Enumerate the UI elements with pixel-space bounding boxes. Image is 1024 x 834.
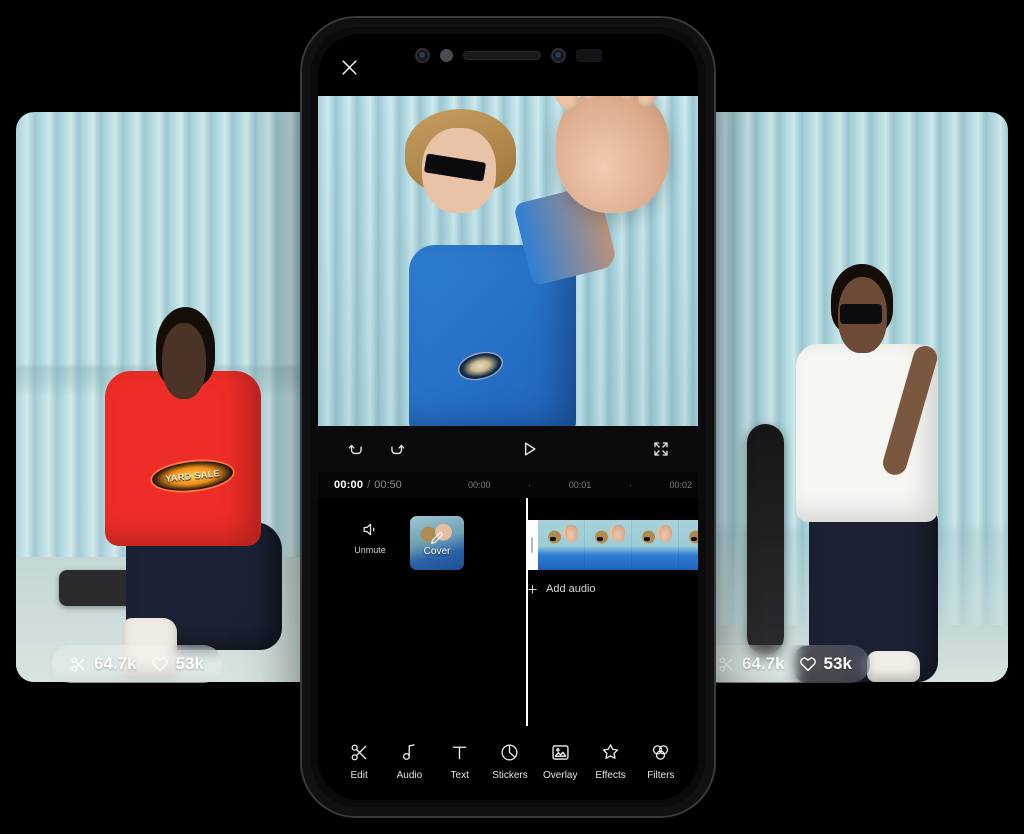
clips-stat-left: 64.7k — [70, 654, 137, 674]
cover-button[interactable]: Cover — [410, 516, 464, 570]
music-note-icon — [402, 743, 415, 760]
add-audio-button[interactable]: Add audio — [526, 576, 698, 602]
middle-finger — [596, 96, 619, 98]
timeline-body[interactable]: Unmute Cover Add audio — [318, 498, 698, 726]
tool-stickers[interactable]: Stickers — [485, 742, 535, 781]
left-skater-figure: YARD SALE — [58, 283, 286, 682]
right-figure-shoe-right — [866, 650, 921, 682]
filmstrip-frame — [632, 520, 679, 570]
yard-sale-logo-text: YARD SALE — [164, 468, 221, 484]
timeline-left-controls: Unmute Cover — [342, 516, 464, 570]
blue-tee-logo — [456, 348, 505, 383]
current-time: 00:00 — [334, 479, 364, 491]
tool-label: Stickers — [492, 769, 528, 781]
right-skater-figure — [746, 237, 983, 682]
tool-audio[interactable]: Audio — [384, 742, 434, 781]
phone-device-frame: 00:00 / 00:50 00:00 · 00:01 · 00:02 Unmu… — [302, 18, 714, 816]
likes-count-right: 53k — [823, 654, 852, 673]
timeline-playhead[interactable] — [526, 498, 528, 726]
video-preview[interactable] — [318, 96, 698, 426]
tool-filters[interactable]: Filters — [636, 742, 686, 781]
clips-stat-right: 64.7k — [718, 654, 785, 674]
fullscreen-button[interactable] — [646, 434, 676, 464]
tool-text[interactable]: Text — [435, 742, 485, 781]
timeline-header: 00:00 / 00:50 00:00 · 00:01 · 00:02 — [318, 472, 698, 498]
likes-count-left: 53k — [175, 654, 204, 673]
ruler-tick-2: 00:02 — [669, 480, 692, 490]
scissors-icon — [351, 744, 366, 760]
overlay-icon — [552, 744, 569, 760]
clips-count-left: 64.7k — [94, 654, 137, 673]
likes-stat-right: 53k — [799, 654, 852, 674]
ruler-tick-1: 00:01 — [568, 480, 592, 490]
tool-label: Audio — [396, 769, 423, 781]
play-icon — [524, 442, 536, 456]
close-icon — [341, 59, 357, 75]
likes-stat-left: 53k — [151, 654, 204, 674]
center-skater-figure — [348, 96, 682, 426]
timeline-ruler: 00:00 · 00:01 · 00:02 — [468, 472, 692, 498]
yard-sale-logo: YARD SALE — [150, 457, 235, 495]
ruler-dot-1: · — [528, 480, 532, 490]
clip-filmstrip — [538, 520, 698, 570]
undo-button[interactable] — [340, 434, 370, 464]
tool-label: Edit — [350, 769, 368, 781]
composition-stage: YARD SALE 64.7k 53k 64.7k 53k 00:00 / 00… — [0, 0, 1024, 834]
player-controls — [318, 426, 698, 472]
center-figure-palm — [537, 96, 676, 213]
tool-label: Overlay — [543, 769, 578, 781]
filters-icon — [653, 744, 669, 760]
scissors-icon — [719, 656, 733, 672]
heart-icon — [799, 657, 816, 672]
tool-edit[interactable]: Edit — [334, 742, 384, 781]
filmstrip-frame — [538, 520, 585, 570]
ruler-dot-2: · — [628, 480, 632, 490]
redo-button[interactable] — [382, 434, 412, 464]
editor-toolbar: Edit Audio Text Stickers Overlay Effects… — [318, 726, 698, 800]
close-button[interactable] — [334, 52, 364, 82]
add-audio-label: Add audio — [546, 583, 596, 595]
tool-label: Filters — [647, 769, 675, 781]
sticker-icon — [501, 743, 518, 761]
unmute-label: Unmute — [354, 545, 386, 555]
video-clip-track[interactable] — [526, 520, 698, 570]
tool-effects[interactable]: Effects — [585, 742, 635, 781]
total-time: 00:50 — [374, 479, 402, 491]
ruler-tick-0: 00:00 — [468, 480, 491, 490]
speaker-icon — [363, 523, 374, 536]
sparkle-icon — [602, 743, 619, 759]
text-icon — [452, 746, 467, 759]
stats-badge-right: 64.7k 53k — [700, 645, 870, 683]
filmstrip-frame — [585, 520, 632, 570]
tool-label: Text — [450, 769, 469, 781]
heart-icon — [151, 657, 168, 672]
right-background-photo — [690, 112, 1008, 682]
undo-icon — [347, 444, 362, 454]
clips-count-right: 64.7k — [742, 654, 785, 673]
tool-label: Effects — [595, 769, 626, 781]
stats-badge-left: 64.7k 53k — [52, 645, 222, 683]
play-button[interactable] — [514, 434, 544, 464]
filmstrip-frame — [679, 520, 698, 570]
tool-overlay[interactable]: Overlay — [535, 742, 585, 781]
phone-screen: 00:00 / 00:50 00:00 · 00:01 · 00:02 Unmu… — [318, 34, 698, 800]
fullscreen-icon — [654, 442, 668, 456]
left-background-photo: YARD SALE — [16, 112, 346, 682]
cover-label: Cover — [423, 546, 451, 557]
redo-icon — [390, 444, 405, 454]
left-figure-head — [161, 322, 207, 399]
time-separator: / — [367, 479, 371, 491]
timeline-tracks: Add audio — [526, 498, 698, 726]
skateboard-right — [746, 424, 785, 656]
unmute-button[interactable]: Unmute — [342, 516, 398, 555]
app-top-bar — [318, 34, 698, 96]
scissors-icon — [71, 656, 85, 672]
right-figure-sunglasses — [840, 304, 883, 325]
